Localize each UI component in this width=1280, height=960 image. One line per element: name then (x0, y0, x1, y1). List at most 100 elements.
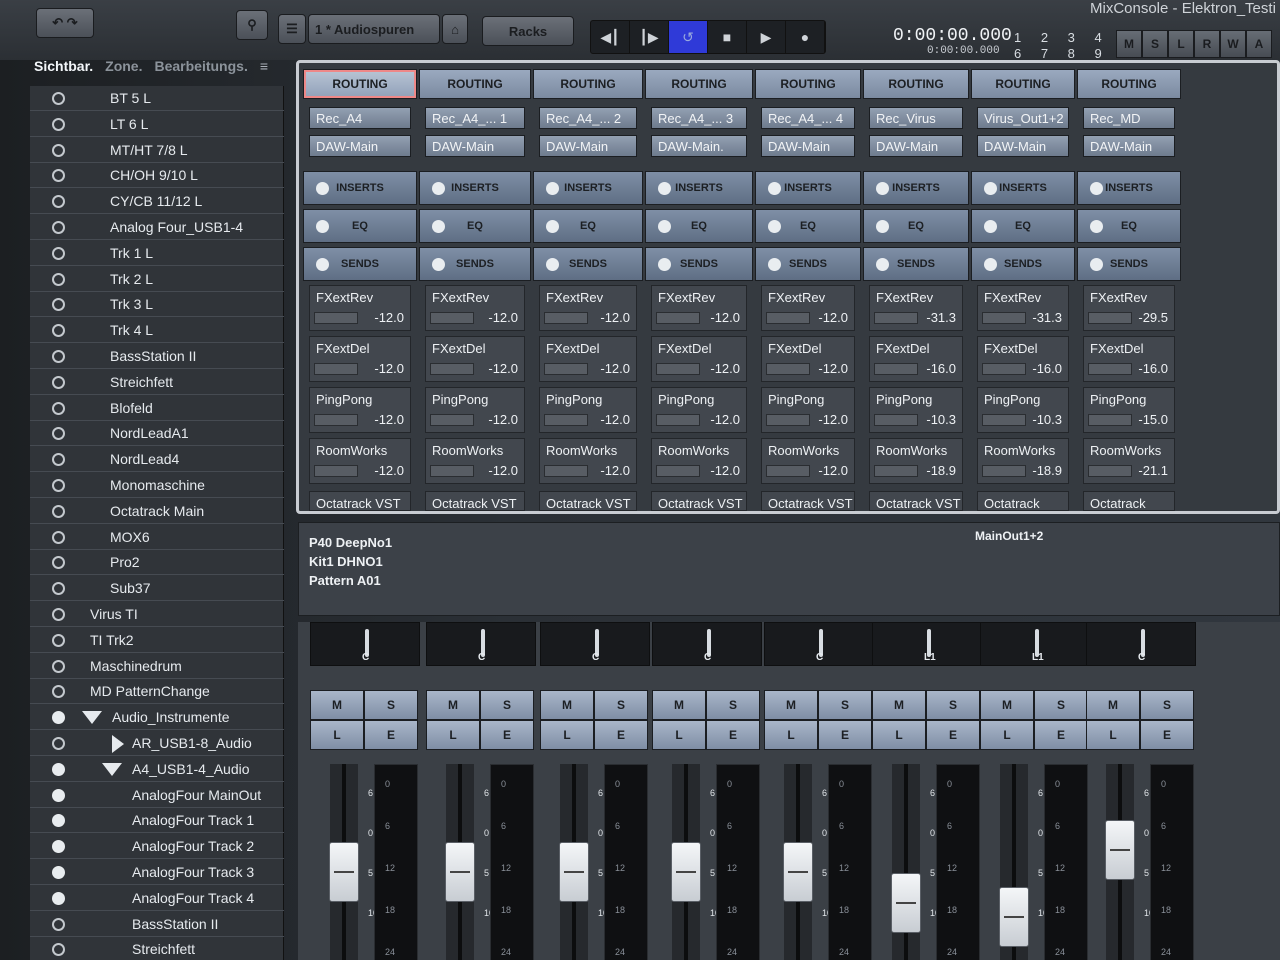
mute-button[interactable]: M (872, 690, 926, 720)
mute-button[interactable]: M (1086, 690, 1140, 720)
tab-zones[interactable]: Zone. (105, 58, 142, 74)
output-routing-field[interactable]: DAW-Main (761, 135, 855, 157)
send-level-slider[interactable] (314, 312, 358, 324)
send-slot[interactable]: Octatrack VST (869, 491, 963, 511)
msrwa-button-w[interactable]: W (1220, 30, 1246, 58)
input-routing-field[interactable]: Rec_MD (1083, 107, 1175, 129)
sends-bypass-icon[interactable] (316, 258, 329, 271)
inserts-bypass-icon[interactable] (546, 182, 559, 195)
output-routing-field[interactable]: DAW-Main (539, 135, 637, 157)
track-visibility-row[interactable]: AnalogFour Track 1 (30, 808, 284, 834)
volume-fader-handle[interactable] (329, 842, 359, 903)
send-slot[interactable]: RoomWorks -18.9 (869, 438, 963, 484)
send-level-slider[interactable] (1088, 312, 1132, 324)
send-level-slider[interactable] (656, 414, 700, 426)
track-visibility-row[interactable]: Trk 2 L (30, 267, 284, 292)
track-visibility-row[interactable]: MT/HT 7/8 L (30, 138, 284, 163)
visibility-toggle-icon[interactable] (52, 453, 65, 467)
inserts-bypass-icon[interactable] (658, 182, 671, 195)
send-level-slider[interactable] (874, 312, 918, 324)
listen-button[interactable]: L (872, 720, 926, 750)
send-level-slider[interactable] (766, 414, 810, 426)
output-routing-field[interactable]: DAW-Main (977, 135, 1069, 157)
track-visibility-row[interactable]: Analog Four_USB1-4 (30, 215, 284, 240)
send-level-slider[interactable] (982, 363, 1026, 375)
go-to-start-button[interactable]: ◀┃ (591, 21, 630, 53)
solo-button[interactable]: S (594, 690, 648, 720)
send-slot[interactable]: Octatrack VST (309, 491, 411, 511)
send-level-slider[interactable] (430, 465, 474, 477)
solo-button[interactable]: S (480, 690, 534, 720)
sends-bypass-icon[interactable] (768, 258, 781, 271)
send-level-slider[interactable] (874, 414, 918, 426)
track-visibility-row[interactable]: MOX6 (30, 525, 284, 550)
track-visibility-row[interactable]: BassStation II (30, 344, 284, 369)
sends-section-button[interactable]: SENDS (863, 247, 969, 281)
msrwa-button-l[interactable]: L (1168, 30, 1194, 58)
send-level-slider[interactable] (982, 312, 1026, 324)
visibility-toggle-icon[interactable] (52, 788, 65, 802)
send-slot[interactable]: FXextRev -12.0 (761, 285, 855, 331)
listen-button[interactable]: L (980, 720, 1034, 750)
eq-section-button[interactable]: EQ (419, 209, 531, 243)
edit-button[interactable]: E (926, 720, 980, 750)
eq-section-button[interactable]: EQ (971, 209, 1075, 243)
sends-bypass-icon[interactable] (432, 258, 445, 271)
send-slot[interactable]: Octatrack VST (1083, 491, 1175, 511)
track-visibility-row[interactable]: Maschinedrum (30, 654, 284, 679)
send-slot[interactable]: FXextDel -16.0 (977, 336, 1069, 382)
track-visibility-row[interactable]: Trk 1 L (30, 241, 284, 266)
solo-button[interactable]: S (706, 690, 760, 720)
edit-button[interactable]: E (594, 720, 648, 750)
track-visibility-row[interactable]: AnalogFour Track 2 (30, 834, 284, 860)
send-level-slider[interactable] (656, 363, 700, 375)
send-slot[interactable]: FXextDel -16.0 (869, 336, 963, 382)
send-level-slider[interactable] (1088, 465, 1132, 477)
send-slot[interactable]: PingPong -12.0 (425, 387, 525, 433)
visibility-toggle-icon[interactable] (52, 711, 65, 725)
eq-bypass-icon[interactable] (546, 220, 559, 233)
track-type-dropdown[interactable]: 1 * Audiospuren (308, 14, 440, 44)
send-level-slider[interactable] (656, 312, 700, 324)
routing-header[interactable]: ROUTING (1077, 69, 1181, 99)
track-visibility-row[interactable]: AnalogFour MainOut (30, 783, 284, 808)
inserts-section-button[interactable]: INSERTS (533, 171, 643, 205)
visibility-toggle-icon[interactable] (52, 272, 65, 286)
pan-control[interactable]: L1 (872, 622, 982, 666)
listen-button[interactable]: L (652, 720, 706, 750)
routing-header[interactable]: ROUTING (303, 69, 417, 99)
sends-bypass-icon[interactable] (658, 258, 671, 271)
play-button[interactable]: ▶ (747, 21, 786, 53)
input-routing-field[interactable]: Rec_A4_... 3 (651, 107, 747, 129)
inserts-bypass-icon[interactable] (984, 182, 997, 195)
send-level-slider[interactable] (766, 465, 810, 477)
send-level-slider[interactable] (544, 363, 588, 375)
solo-button[interactable]: S (818, 690, 872, 720)
routing-header[interactable]: ROUTING (971, 69, 1075, 99)
track-visibility-row[interactable]: Octatrack Main (30, 499, 284, 524)
visibility-toggle-icon[interactable] (52, 298, 65, 312)
listen-button[interactable]: L (540, 720, 594, 750)
send-level-slider[interactable] (430, 414, 474, 426)
send-level-slider[interactable] (544, 465, 588, 477)
input-routing-field[interactable]: Virus_Out1+2 (977, 107, 1069, 129)
inserts-bypass-icon[interactable] (316, 182, 329, 195)
routing-header[interactable]: ROUTING (533, 69, 643, 99)
sends-bypass-icon[interactable] (1090, 258, 1103, 271)
track-visibility-row[interactable]: AnalogFour Track 3 (30, 860, 284, 885)
inserts-section-button[interactable]: INSERTS (755, 171, 861, 205)
visibility-toggle-icon[interactable] (52, 221, 65, 234)
track-visibility-row[interactable]: Virus TI (30, 602, 284, 627)
routing-header[interactable]: ROUTING (863, 69, 969, 99)
track-visibility-row[interactable]: Trk 4 L (30, 318, 284, 344)
visibility-toggle-icon[interactable] (52, 633, 65, 647)
send-slot[interactable]: FXextRev -29.5 (1083, 285, 1175, 331)
eq-section-button[interactable]: EQ (863, 209, 969, 243)
send-slot[interactable]: RoomWorks -18.9 (977, 438, 1069, 484)
visibility-toggle-icon[interactable] (52, 840, 65, 854)
solo-button[interactable]: S (1140, 690, 1194, 720)
output-routing-field[interactable]: DAW-Main (309, 135, 411, 157)
solo-button[interactable]: S (364, 690, 418, 720)
list-icon[interactable]: ☰ (278, 14, 306, 44)
mute-button[interactable]: M (310, 690, 364, 720)
